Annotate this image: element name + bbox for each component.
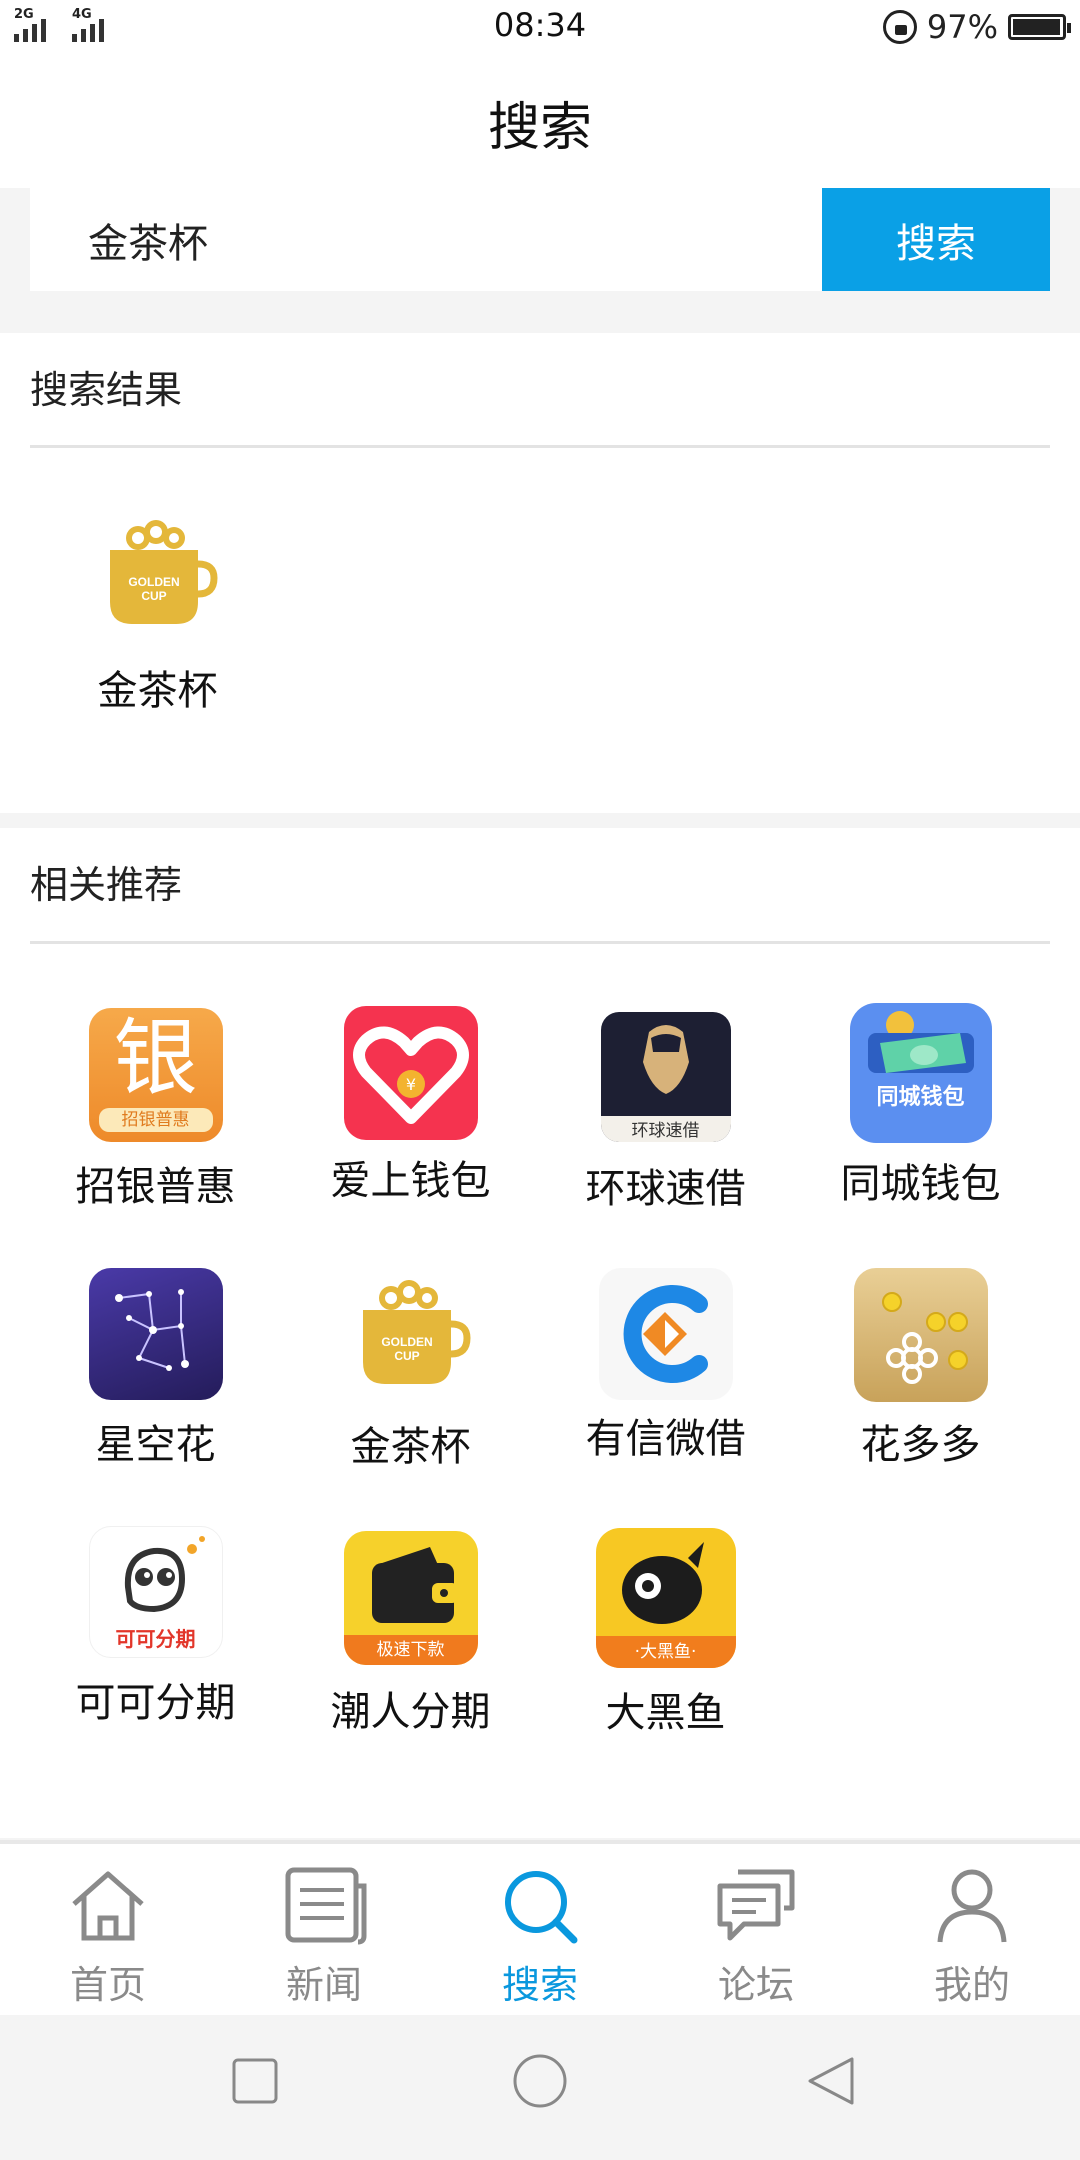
icon-caption: 同城钱包	[876, 1085, 965, 1110]
home-icon	[72, 1871, 144, 1941]
golden-cup-icon: GOLDEN CUP	[351, 1276, 471, 1396]
search-icon	[505, 1871, 578, 1944]
results-title: 搜索结果	[30, 368, 183, 412]
back-icon[interactable]	[806, 2055, 856, 2107]
app-label: 有信微借	[585, 1416, 746, 1462]
tab-home[interactable]: 首页	[0, 1844, 216, 2015]
golden-cup-text: CUP	[141, 589, 166, 603]
keke-fenqi-icon: 可可分期	[88, 1526, 223, 1658]
app-huanqiu-sujie[interactable]: 环球速借 环球速借	[538, 1012, 793, 1214]
divider	[30, 941, 1050, 944]
app-label: 同城钱包	[840, 1161, 1001, 1207]
golden-cup-text: CUP	[394, 1349, 419, 1363]
recommend-section: 相关推荐 银 招银普惠 招银普惠 ¥ 爱上钱包 环球速借 环球速借 同城钱包 同…	[0, 828, 1080, 1838]
app-youxin-weijie[interactable]: 有信微借	[538, 1268, 793, 1464]
recent-apps-icon[interactable]	[231, 2057, 279, 2105]
icon-glyph: 银	[113, 1009, 198, 1107]
svg-text:¥: ¥	[405, 1075, 415, 1094]
recommend-title: 相关推荐	[30, 863, 183, 907]
zhaoyin-puhui-icon: 银 招银普惠	[88, 1008, 223, 1142]
battery-percent: 97%	[926, 8, 998, 46]
icon-caption: 招银普惠	[98, 1108, 213, 1132]
golden-cup-text: GOLDEN	[128, 575, 179, 589]
page-title: 搜索	[487, 98, 592, 158]
heart-wallet-icon: ¥	[343, 1006, 478, 1140]
app-label: 潮人分期	[330, 1689, 491, 1735]
tab-search[interactable]: 搜索	[432, 1844, 648, 2015]
app-zhaoyin-puhui[interactable]: 银 招银普惠 招银普惠	[28, 1008, 283, 1212]
app-big-black-fish[interactable]: ·大黑鱼· 大黑鱼	[538, 1528, 793, 1738]
tab-profile[interactable]: 我的	[864, 1844, 1080, 2015]
app-chaoren-fenqi[interactable]: 极速下款 潮人分期	[283, 1531, 538, 1737]
app-golden-cup[interactable]: GOLDEN CUP 金茶杯	[283, 1276, 538, 1472]
search-input[interactable]	[30, 188, 822, 291]
tongcheng-wallet-icon: 同城钱包	[849, 1003, 992, 1143]
home-button-icon[interactable]	[512, 2053, 568, 2109]
app-label: 金茶杯	[350, 1424, 471, 1470]
huaduoduo-icon	[853, 1268, 988, 1402]
profile-icon	[937, 1869, 1007, 1943]
battery-icon	[1008, 14, 1071, 40]
app-label: 爱上钱包	[330, 1158, 491, 1204]
tab-news[interactable]: 新闻	[216, 1844, 432, 2015]
search-results-section: 搜索结果 GOLDEN CUP 金茶杯	[0, 333, 1080, 813]
chaoren-fenqi-icon: 极速下款	[343, 1531, 478, 1665]
youxin-weijie-icon	[598, 1268, 733, 1400]
golden-cup-text: GOLDEN	[381, 1335, 432, 1349]
icon-caption: 可可分期	[115, 1627, 196, 1651]
tab-label: 论坛	[717, 1963, 794, 2007]
tab-label: 首页	[69, 1963, 146, 2007]
app-label: 可可分期	[75, 1680, 236, 1726]
tab-label: 我的	[933, 1963, 1010, 2007]
app-label: 大黑鱼	[605, 1690, 726, 1736]
bottom-tab-bar: 首页 新闻 搜索 论坛 我的	[0, 1840, 1080, 2015]
rotation-lock-icon	[882, 10, 917, 44]
icon-caption: ·大黑鱼·	[595, 1636, 736, 1668]
page-header: 搜索	[0, 55, 1080, 188]
app-label: 环球速借	[585, 1166, 746, 1212]
tab-label: 搜索	[501, 1963, 578, 2007]
result-app-golden-cup[interactable]: GOLDEN CUP 金茶杯	[30, 516, 285, 716]
app-starry-sky[interactable]: 星空花	[28, 1268, 283, 1470]
system-navigation-bar	[0, 2015, 1080, 2160]
huanqiu-sujie-icon: 环球速借	[600, 1012, 731, 1142]
app-keke-fenqi[interactable]: 可可分期 可可分期	[28, 1526, 283, 1728]
tab-label: 新闻	[285, 1963, 362, 2007]
forum-icon	[717, 1869, 795, 1941]
result-app-label: 金茶杯	[97, 668, 218, 714]
search-button[interactable]: 搜索	[822, 188, 1050, 291]
tab-forum[interactable]: 论坛	[648, 1844, 864, 2015]
app-label: 招银普惠	[75, 1164, 236, 1210]
starry-sky-icon	[88, 1268, 223, 1400]
icon-caption: 极速下款	[343, 1635, 478, 1665]
app-label: 星空花	[95, 1422, 216, 1468]
big-black-fish-icon: ·大黑鱼·	[595, 1528, 736, 1668]
divider	[30, 445, 1050, 448]
icon-caption: 环球速借	[600, 1116, 731, 1142]
app-heart-wallet[interactable]: ¥ 爱上钱包	[283, 1006, 538, 1206]
app-label: 花多多	[860, 1422, 981, 1468]
app-huaduoduo[interactable]: 花多多	[793, 1268, 1048, 1470]
app-tongcheng-wallet[interactable]: 同城钱包 同城钱包	[793, 1003, 1048, 1209]
golden-cup-icon: GOLDEN CUP	[98, 516, 218, 636]
news-icon	[285, 1867, 367, 1945]
search-bar: 搜索	[30, 188, 1050, 291]
status-bar: 2G 4G 08:34 97%	[0, 0, 1080, 55]
